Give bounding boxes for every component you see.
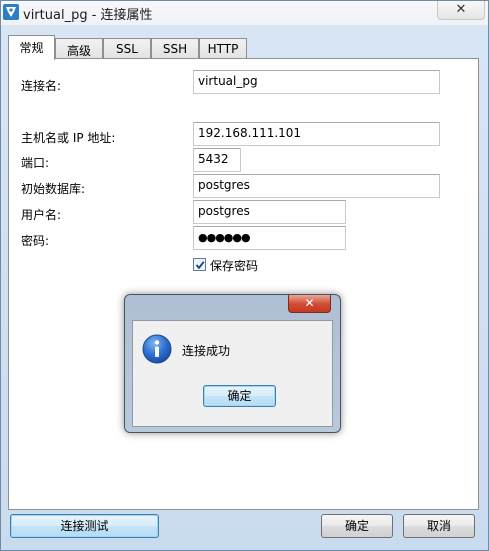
tab-http-label: HTTP <box>207 42 239 56</box>
dialog-body: 连接成功 确定 <box>132 320 333 427</box>
password-label: 密码: <box>21 234 50 248</box>
tab-ssl-label: SSL <box>116 42 138 56</box>
title-bar: virtual_pg - 连接属性 ✕ <box>1 1 488 25</box>
tab-general[interactable]: 常规 <box>8 35 55 60</box>
port-input[interactable]: 5432 <box>193 148 241 172</box>
connection-success-dialog: ✕ 连接成功 确定 <box>124 294 341 433</box>
initial-db-label: 初始数据库: <box>21 182 86 196</box>
dialog-ok-button[interactable]: 确定 <box>203 385 276 407</box>
host-label: 主机名或 IP 地址: <box>21 131 116 145</box>
close-icon: ✕ <box>304 296 315 310</box>
tab-general-label: 常规 <box>19 41 44 55</box>
dialog-message: 连接成功 <box>182 344 231 358</box>
tab-advanced[interactable]: 高级 <box>55 38 103 60</box>
connection-properties-window: virtual_pg - 连接属性 ✕ 常规 高级 SSL SSH HTTP 连… <box>0 0 489 551</box>
test-connection-button[interactable]: 连接测试 <box>10 514 159 538</box>
cancel-button[interactable]: 取消 <box>403 514 475 538</box>
tab-ssh-label: SSH <box>162 42 188 56</box>
save-password-checkbox[interactable] <box>193 258 206 271</box>
tab-ssl[interactable]: SSL <box>103 38 151 60</box>
username-label: 用户名: <box>21 208 62 222</box>
navicat-app-icon <box>3 4 19 20</box>
password-input[interactable]: ●●●●●● <box>193 226 346 250</box>
dialog-close-button[interactable]: ✕ <box>288 295 331 313</box>
tab-ssh[interactable]: SSH <box>151 38 199 60</box>
window-title: virtual_pg - 连接属性 <box>23 8 153 23</box>
tab-advanced-label: 高级 <box>66 44 91 58</box>
general-tab-panel: 连接名: virtual_pg 主机名或 IP 地址: 192.168.111.… <box>8 58 479 510</box>
connection-name-label: 连接名: <box>21 79 62 93</box>
username-input[interactable]: postgres <box>193 200 346 224</box>
connection-name-input[interactable]: virtual_pg <box>193 70 440 94</box>
save-password-label: 保存密码 <box>210 259 259 273</box>
host-input[interactable]: 192.168.111.101 <box>193 122 440 146</box>
port-label: 端口: <box>21 156 50 170</box>
window-close-button[interactable]: ✕ <box>437 1 485 20</box>
ok-button[interactable]: 确定 <box>321 514 393 538</box>
initial-db-input[interactable]: postgres <box>193 174 440 198</box>
close-icon: ✕ <box>455 2 467 17</box>
info-icon <box>142 334 172 364</box>
tab-http[interactable]: HTTP <box>199 38 247 60</box>
checkmark-icon <box>195 261 205 270</box>
